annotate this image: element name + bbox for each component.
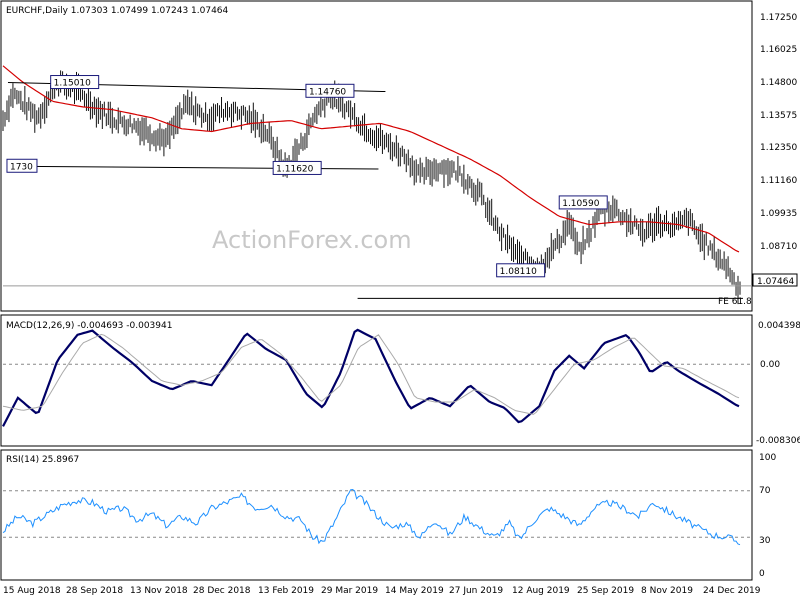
chart-root: ActionForex.com EURCHF,Daily 1.07303 1.0… (0, 0, 800, 600)
price-tick-label: 1.12350 (760, 143, 797, 153)
current-price-label: 1.07464 (757, 277, 794, 287)
price-annotation-label: 1730 (10, 162, 33, 172)
watermark: ActionForex.com (212, 226, 412, 254)
date-tick-label: 13 Feb 2019 (258, 586, 314, 596)
price-panel-title: EURCHF,Daily 1.07303 1.07499 1.07243 1.0… (6, 6, 229, 16)
rsi-tick-label: 70 (759, 486, 771, 496)
price-tick-label: 1.13575 (760, 111, 797, 121)
rsi-tick-label: 100 (759, 453, 776, 463)
price-tick-label: 1.16025 (760, 45, 797, 55)
macd-panel-title: MACD(12,26,9) -0.004693 -0.003941 (6, 321, 172, 331)
price-tick-label: 1.14800 (760, 78, 797, 88)
price-annotation-label: 1.14760 (309, 87, 346, 97)
price-annotation-label: 1.15010 (54, 79, 91, 89)
date-tick-label: 28 Dec 2018 (193, 586, 251, 596)
macd-tick-label: -0.008306 (756, 436, 800, 446)
price-tick-label: 1.11160 (760, 176, 797, 186)
date-tick-label: 25 Sep 2019 (577, 586, 634, 596)
date-tick-label: 15 Aug 2018 (3, 586, 61, 596)
price-tick-label: 1.09935 (760, 209, 797, 219)
date-tick-label: 24 Dec 2019 (703, 586, 761, 596)
price-annotation-label: 1.10590 (562, 199, 599, 209)
date-tick-label: 13 Nov 2018 (130, 586, 188, 596)
current-price-tag: 1.07464 (752, 273, 798, 287)
date-tick-label: 29 Mar 2019 (321, 586, 378, 596)
price-annotation-label: 1.11620 (276, 164, 313, 174)
date-tick-label: 27 Jun 2019 (449, 586, 503, 596)
date-tick-label: 14 May 2019 (385, 586, 444, 596)
price-tick-label: 1.17250 (760, 13, 797, 23)
rsi-tick-label: 0 (759, 569, 765, 579)
date-tick-label: 28 Sep 2018 (66, 586, 123, 596)
rsi-tick-label: 30 (759, 536, 771, 546)
macd-tick-label: 0.004398 (758, 321, 800, 331)
price-annotation-label: 1.08110 (500, 267, 537, 277)
rsi-panel-title: RSI(14) 25.8967 (6, 455, 79, 465)
price-tick-label: 1.08710 (760, 242, 797, 252)
date-tick-label: 12 Aug 2019 (512, 586, 570, 596)
macd-tick-label: 0.00 (760, 360, 780, 370)
date-tick-label: 8 Nov 2019 (641, 586, 693, 596)
